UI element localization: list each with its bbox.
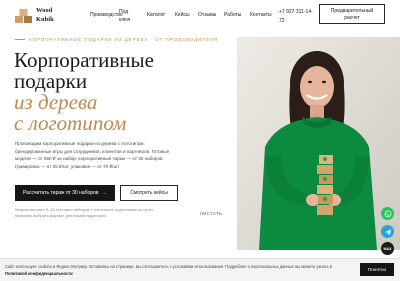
whatsapp-button[interactable] [381,207,394,220]
hero-title-line1: Корпоративные [14,48,154,72]
logo-line2: Kubik [36,16,54,23]
logo[interactable]: Wood Kubik [14,6,64,26]
hero-note: Можем выслать 5–10 тестовых наборов с ло… [15,207,154,218]
nav-item-cases[interactable]: Кейсы [175,12,190,18]
cookie-accept-button[interactable]: Понятно [360,263,394,276]
cookie-banner: Сайт использует cookies и Яндекс.Метрику… [0,258,400,281]
hero-accent-line2: с логотипом [14,111,127,135]
offer-button-line1: Предварительный [330,8,374,14]
preliminary-estimate-button[interactable]: Предварительный расчет [319,4,385,24]
phone-link[interactable]: +7 927 311-14- 72 [279,8,313,26]
nav-item-production[interactable]: Производство [90,12,123,18]
nav-item-reviews[interactable]: Отзывы [198,12,216,18]
nav-item-catalog[interactable]: Каталог [147,12,165,18]
max-messenger-button[interactable]: MAX [381,242,394,255]
telegram-button[interactable] [381,225,394,238]
wooden-blocks-icon [317,155,333,215]
nav-item-turnkey-line1: Под [119,9,129,15]
cookie-text: Сайт использует cookies и Яндекс.Метрику… [5,263,335,277]
max-label: MAX [383,246,392,251]
privacy-policy-link[interactable]: Политикой конфиденциальности [5,271,73,276]
nav-item-turnkey-line2: ключ [119,17,131,23]
nav-item-contacts[interactable]: Контакты [250,12,272,18]
hero-description: Производим корпоративные подарки из дере… [15,141,170,169]
cookie-message: Сайт использует cookies и Яндекс.Метрику… [5,264,333,269]
whatsapp-icon [384,210,391,217]
arrow-right-icon: → [101,190,107,196]
nav-item-turnkey[interactable]: Под ключ [119,8,130,24]
woman-with-blocks-illustration [237,37,400,250]
view-cases-button[interactable]: Смотреть кейсы [120,185,178,201]
phone-line1: +7 927 311-14- [279,9,313,15]
logo-line1: Wood [36,7,53,14]
logo-text: Wood Kubik [36,6,54,24]
scroll-down-link[interactable]: ЛИСТАТЬ [200,211,222,216]
offer-button-line2: расчет [344,15,360,21]
logo-blocks-icon [15,9,32,23]
calculate-run-button[interactable]: Рассчитать тираж от 30 наборов → [15,185,115,201]
hero-tagline: КОРПОРАТИВНЫЕ ПОДАРКИ ИЗ ДЕРЕВА · ОТ ПРО… [15,37,218,42]
telegram-icon [384,229,391,235]
calculate-run-label: Рассчитать тираж от 30 наборов [23,190,99,196]
hero-accent-line1: из дерева [14,90,98,114]
hero-title-line2: подарки [14,69,88,93]
hero-photo [237,37,400,250]
phone-line2: 72 [279,18,285,24]
nav-item-works[interactable]: Работы [224,12,241,18]
